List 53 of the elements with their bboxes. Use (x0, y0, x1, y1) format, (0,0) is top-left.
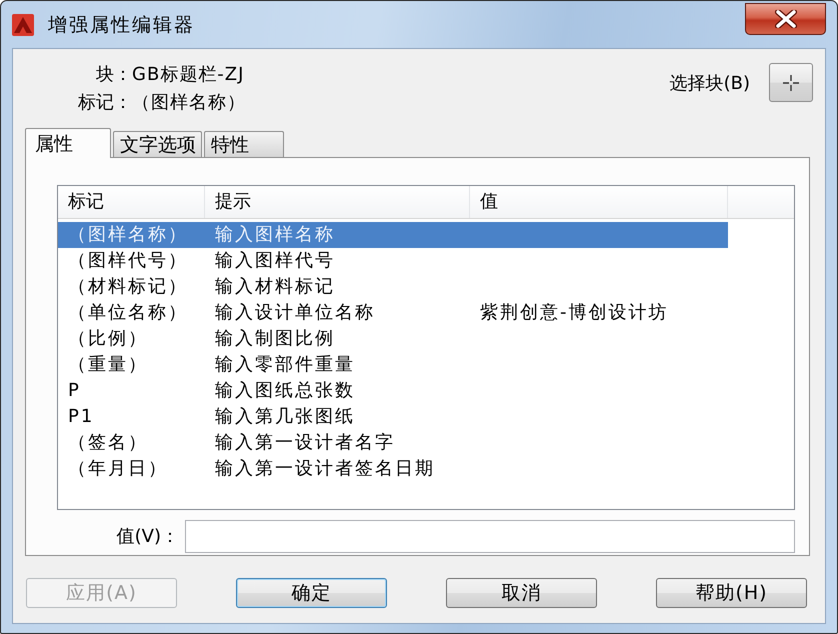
attribute-row[interactable]: （比例） 输入制图比例 (58, 326, 728, 352)
table-cell-text: （签名） (67, 431, 149, 455)
block-name: GB标题栏-ZJ (132, 62, 246, 86)
table-cell-text: （比例） (67, 327, 149, 351)
attribute-row[interactable]: （单位名称） 输入设计单位名称 紫荆创意-博创设计坊 (58, 300, 728, 326)
attribute-row[interactable]: （签名） 输入第一设计者名字 (58, 430, 728, 456)
select-block-label: 选择块(B) (670, 72, 750, 94)
tab[interactable]: 文字选项 (113, 131, 202, 157)
close-button[interactable] (745, 3, 826, 35)
field-label: 值(V)： (116, 525, 180, 549)
attribute-row[interactable]: P 输入图纸总张数 (58, 378, 728, 404)
table-cell-text: 输入零部件重量 (214, 353, 356, 377)
dialog-button[interactable]: 确定 (236, 578, 387, 608)
column-header: 标记 (58, 186, 205, 218)
table-cell-text: （年月日） (67, 457, 169, 481)
table-cell-text: 输入图样名称 (214, 223, 336, 247)
table-cell-text: P (67, 379, 82, 403)
table-cell-text: （单位名称） (67, 301, 189, 325)
table-cell-text: 输入第一设计者签名日期 (214, 457, 436, 481)
column-header: 提示 (205, 186, 470, 218)
table-cell-text: 紫荆创意-博创设计坊 (479, 301, 670, 325)
table-cell-text: （重量） (67, 353, 149, 377)
field-label: 标记： (77, 90, 132, 114)
table-cell-text: （图样代号） (67, 249, 189, 273)
dialog-button[interactable]: 取消 (446, 578, 597, 608)
dialog-button[interactable]: 帮助(H) (656, 578, 807, 608)
table-cell-text: 输入图样代号 (214, 249, 336, 273)
attribute-row[interactable]: （图样代号） 输入图样代号 (58, 248, 728, 274)
table-cell-text: 输入图纸总张数 (214, 379, 356, 403)
triangle-logo-icon (12, 14, 34, 36)
value-field[interactable] (185, 520, 795, 553)
table-cell-text: P1 (67, 405, 96, 429)
table-cell-text: 输入制图比例 (214, 327, 336, 351)
table-cell-text: 输入材料标记 (214, 275, 336, 299)
attribute-row[interactable]: （重量） 输入零部件重量 (58, 352, 728, 378)
crosshair-icon (783, 74, 799, 90)
table-cell-text: （图样名称） (67, 223, 189, 247)
table-cell-text: 输入第几张图纸 (214, 405, 356, 429)
attribute-row[interactable]: （年月日） 输入第一设计者签名日期 (58, 456, 728, 482)
close-icon (774, 10, 796, 28)
select-block-button[interactable] (769, 63, 813, 102)
tab[interactable]: 属性 (25, 128, 111, 158)
tag-name: （图样名称） (132, 90, 246, 114)
table-cell-text: 输入设计单位名称 (214, 301, 376, 325)
table-cell-text: 输入第一设计者名字 (214, 431, 396, 455)
window-title: 增强属性编辑器 (48, 12, 195, 38)
column-header: 值 (470, 186, 728, 218)
attribute-row[interactable]: （材料标记） 输入材料标记 (58, 274, 728, 300)
attribute-row[interactable]: （图样名称） 输入图样名称 (58, 222, 728, 248)
attribute-row[interactable]: P1 输入第几张图纸 (58, 404, 728, 430)
tab[interactable]: 特性 (204, 131, 284, 157)
table-cell-text: （材料标记） (67, 275, 189, 299)
field-label: 块： (95, 62, 132, 86)
